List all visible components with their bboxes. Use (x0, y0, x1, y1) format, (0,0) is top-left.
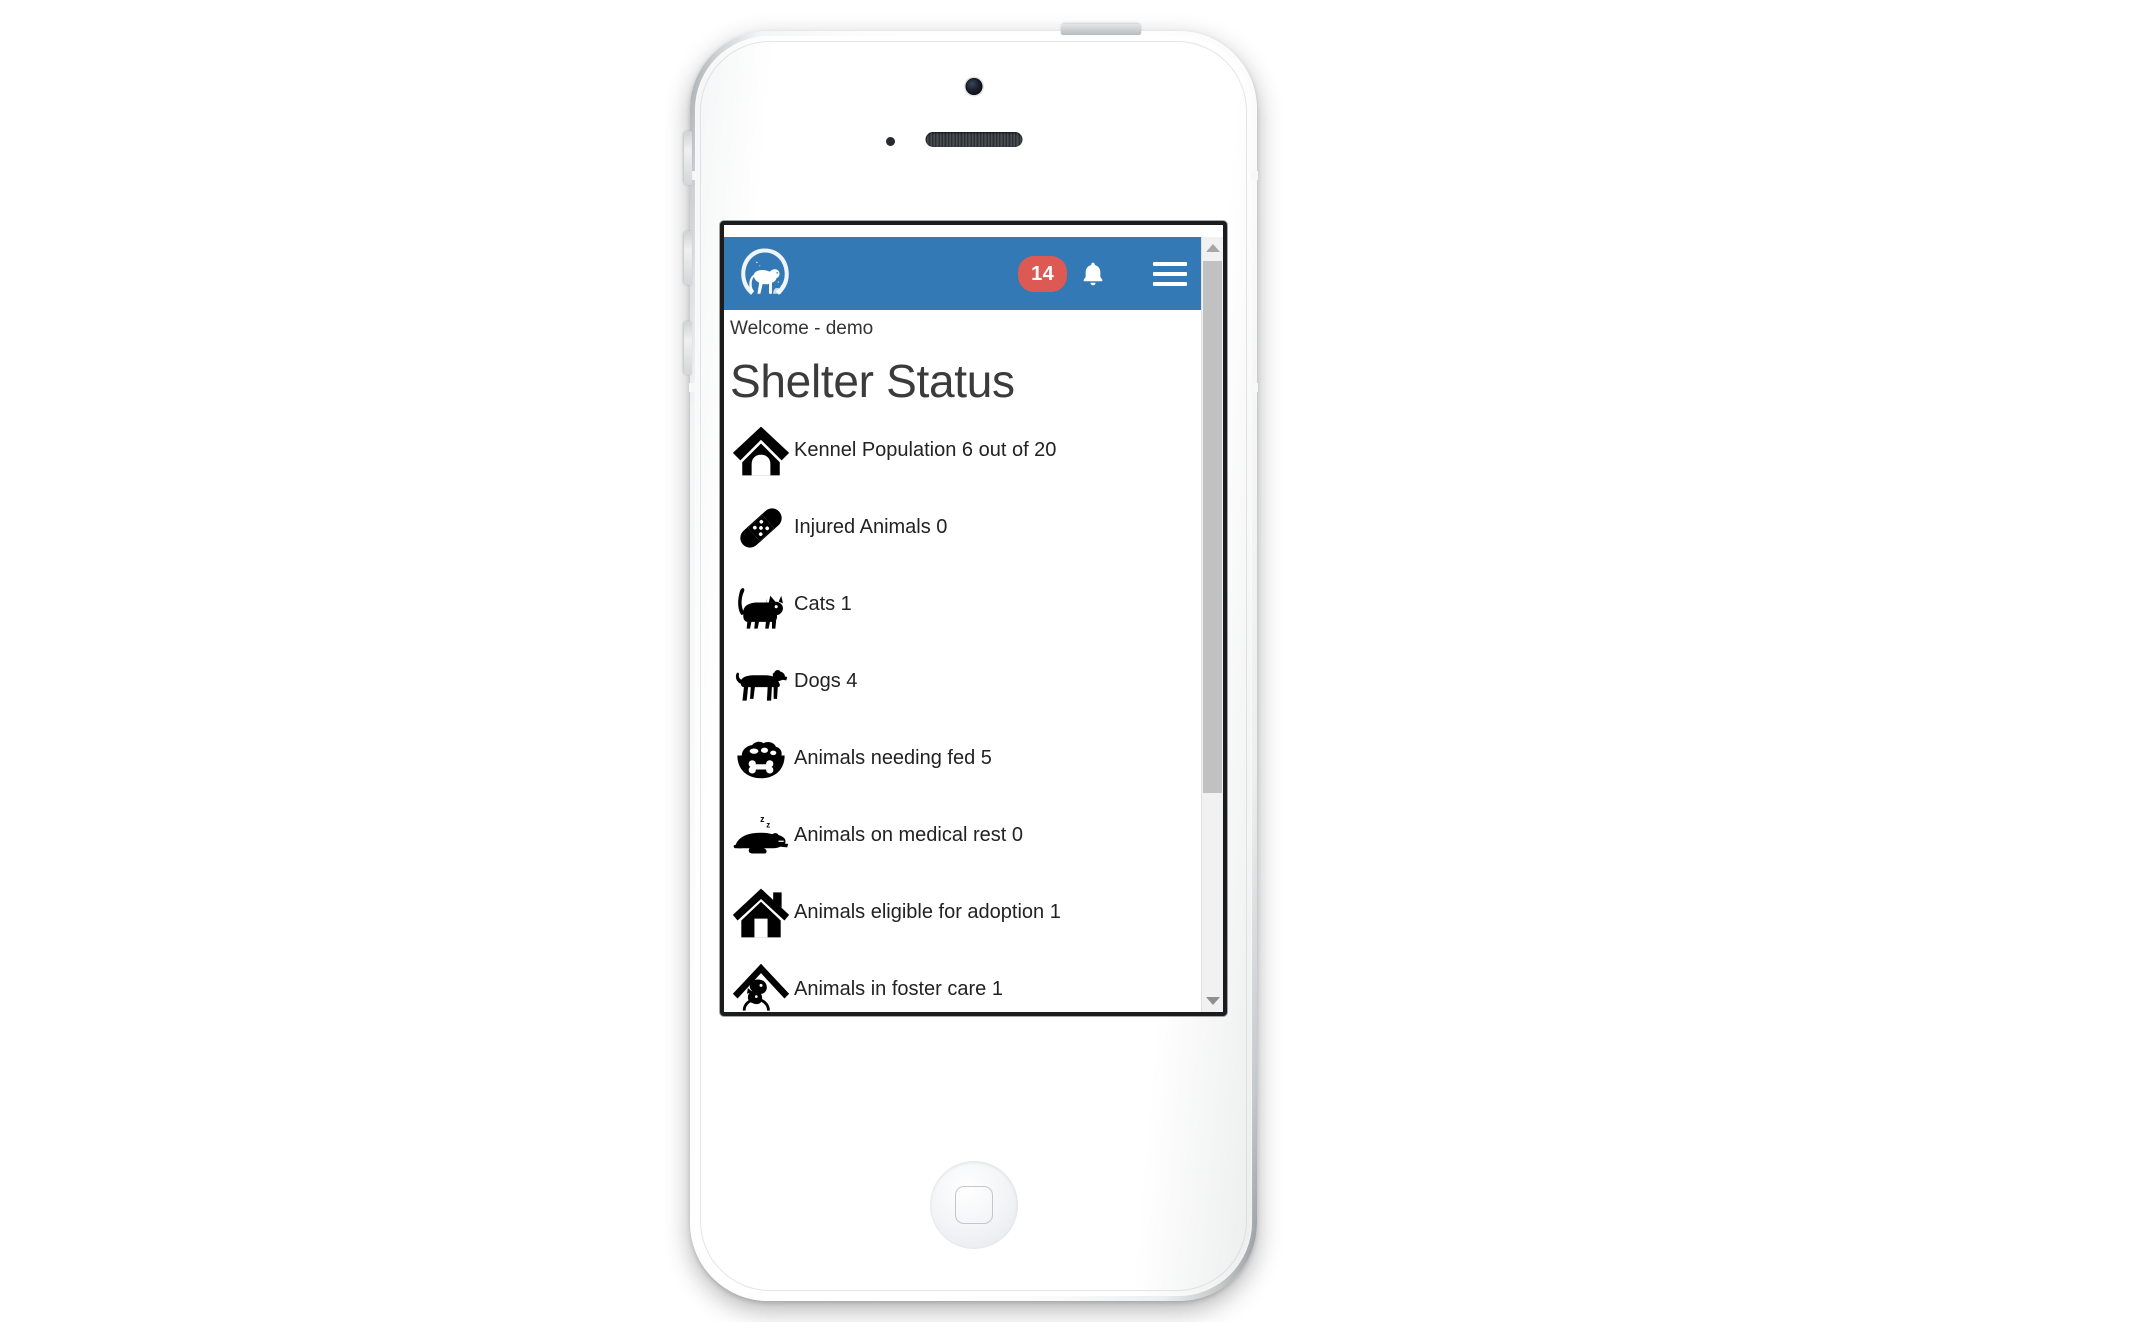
list-item[interactable]: z z Animals on medical rest 0 (730, 797, 1201, 874)
app-content: 14 Welcome - demo Shelter Status Kennel … (724, 237, 1201, 1012)
home-button[interactable] (929, 1161, 1018, 1249)
app-navbar: 14 (724, 237, 1201, 310)
antenna-break-left-bottom (689, 383, 696, 392)
dog-icon (730, 651, 792, 713)
house-icon (730, 882, 792, 944)
shelter-logo-icon[interactable] (736, 245, 794, 303)
viewport-top-strip (724, 225, 1223, 237)
bell-icon[interactable] (1080, 260, 1106, 288)
list-item[interactable]: Injured Animals 0 (730, 489, 1201, 566)
list-item-label: Animals on medical rest 0 (794, 824, 1023, 846)
scroll-down-arrow[interactable] (1202, 990, 1223, 1012)
list-item-label: Animals needing fed 5 (794, 747, 992, 769)
svg-text:z: z (766, 820, 770, 829)
list-item[interactable]: Dogs 4 (730, 643, 1201, 720)
list-item[interactable]: Kennel Population 6 out of 20 (730, 412, 1201, 489)
phone-screen: 14 Welcome - demo Shelter Status Kennel … (724, 225, 1223, 1012)
svg-text:z: z (760, 814, 765, 824)
navbar-right-group: 14 (1018, 255, 1187, 292)
list-item[interactable]: Animals needing fed 5 (730, 720, 1201, 797)
vertical-scrollbar[interactable] (1201, 237, 1223, 1012)
food-bowl-icon (730, 728, 792, 790)
bandage-icon (730, 497, 792, 559)
volume-up-button[interactable] (684, 231, 692, 285)
chevron-down-icon (1205, 997, 1220, 1005)
list-item-label: Animals eligible for adoption 1 (794, 901, 1061, 923)
mute-switch[interactable] (684, 131, 692, 185)
foster-home-icon (730, 959, 792, 1013)
list-item-label: Kennel Population 6 out of 20 (794, 439, 1057, 461)
front-camera-icon (965, 78, 982, 95)
scroll-thumb[interactable] (1203, 261, 1222, 793)
proximity-sensor-icon (886, 137, 895, 146)
list-item-label: Dogs 4 (794, 670, 858, 692)
welcome-message: Welcome - demo (730, 318, 874, 339)
list-item-label: Injured Animals 0 (794, 516, 948, 538)
scroll-up-arrow[interactable] (1202, 237, 1223, 259)
list-item[interactable]: Animals eligible for adoption 1 (730, 874, 1201, 951)
notification-badge[interactable]: 14 (1018, 255, 1067, 292)
shelter-status-list: Kennel Population 6 out of 20 Injured An… (724, 412, 1201, 1012)
phone-device: 14 Welcome - demo Shelter Status Kennel … (684, 24, 1258, 1301)
antenna-break-right-top (1251, 171, 1258, 180)
cat-icon (730, 574, 792, 636)
list-item-label: Cats 1 (794, 593, 852, 615)
hamburger-bar-2 (1153, 271, 1187, 276)
dog-house-icon (730, 420, 792, 482)
list-item-label: Animals in foster care 1 (794, 978, 1003, 1000)
power-button[interactable] (1061, 24, 1141, 35)
screen-bezel: 14 Welcome - demo Shelter Status Kennel … (720, 221, 1227, 1016)
sleeping-dog-icon: z z (730, 805, 792, 867)
earpiece-speaker-icon (925, 132, 1022, 147)
list-item[interactable]: Animals in foster care 1 (730, 951, 1201, 1012)
page-title: Shelter Status (730, 355, 1015, 407)
list-item[interactable]: Cats 1 (730, 566, 1201, 643)
app-viewport: 14 Welcome - demo Shelter Status Kennel … (724, 237, 1223, 1012)
hamburger-menu-icon[interactable] (1153, 261, 1187, 286)
hamburger-bar-3 (1153, 281, 1187, 286)
chevron-up-icon (1205, 244, 1220, 252)
antenna-break-right-bottom (1251, 383, 1258, 392)
hamburger-bar-1 (1153, 261, 1187, 266)
volume-down-button[interactable] (684, 321, 692, 375)
